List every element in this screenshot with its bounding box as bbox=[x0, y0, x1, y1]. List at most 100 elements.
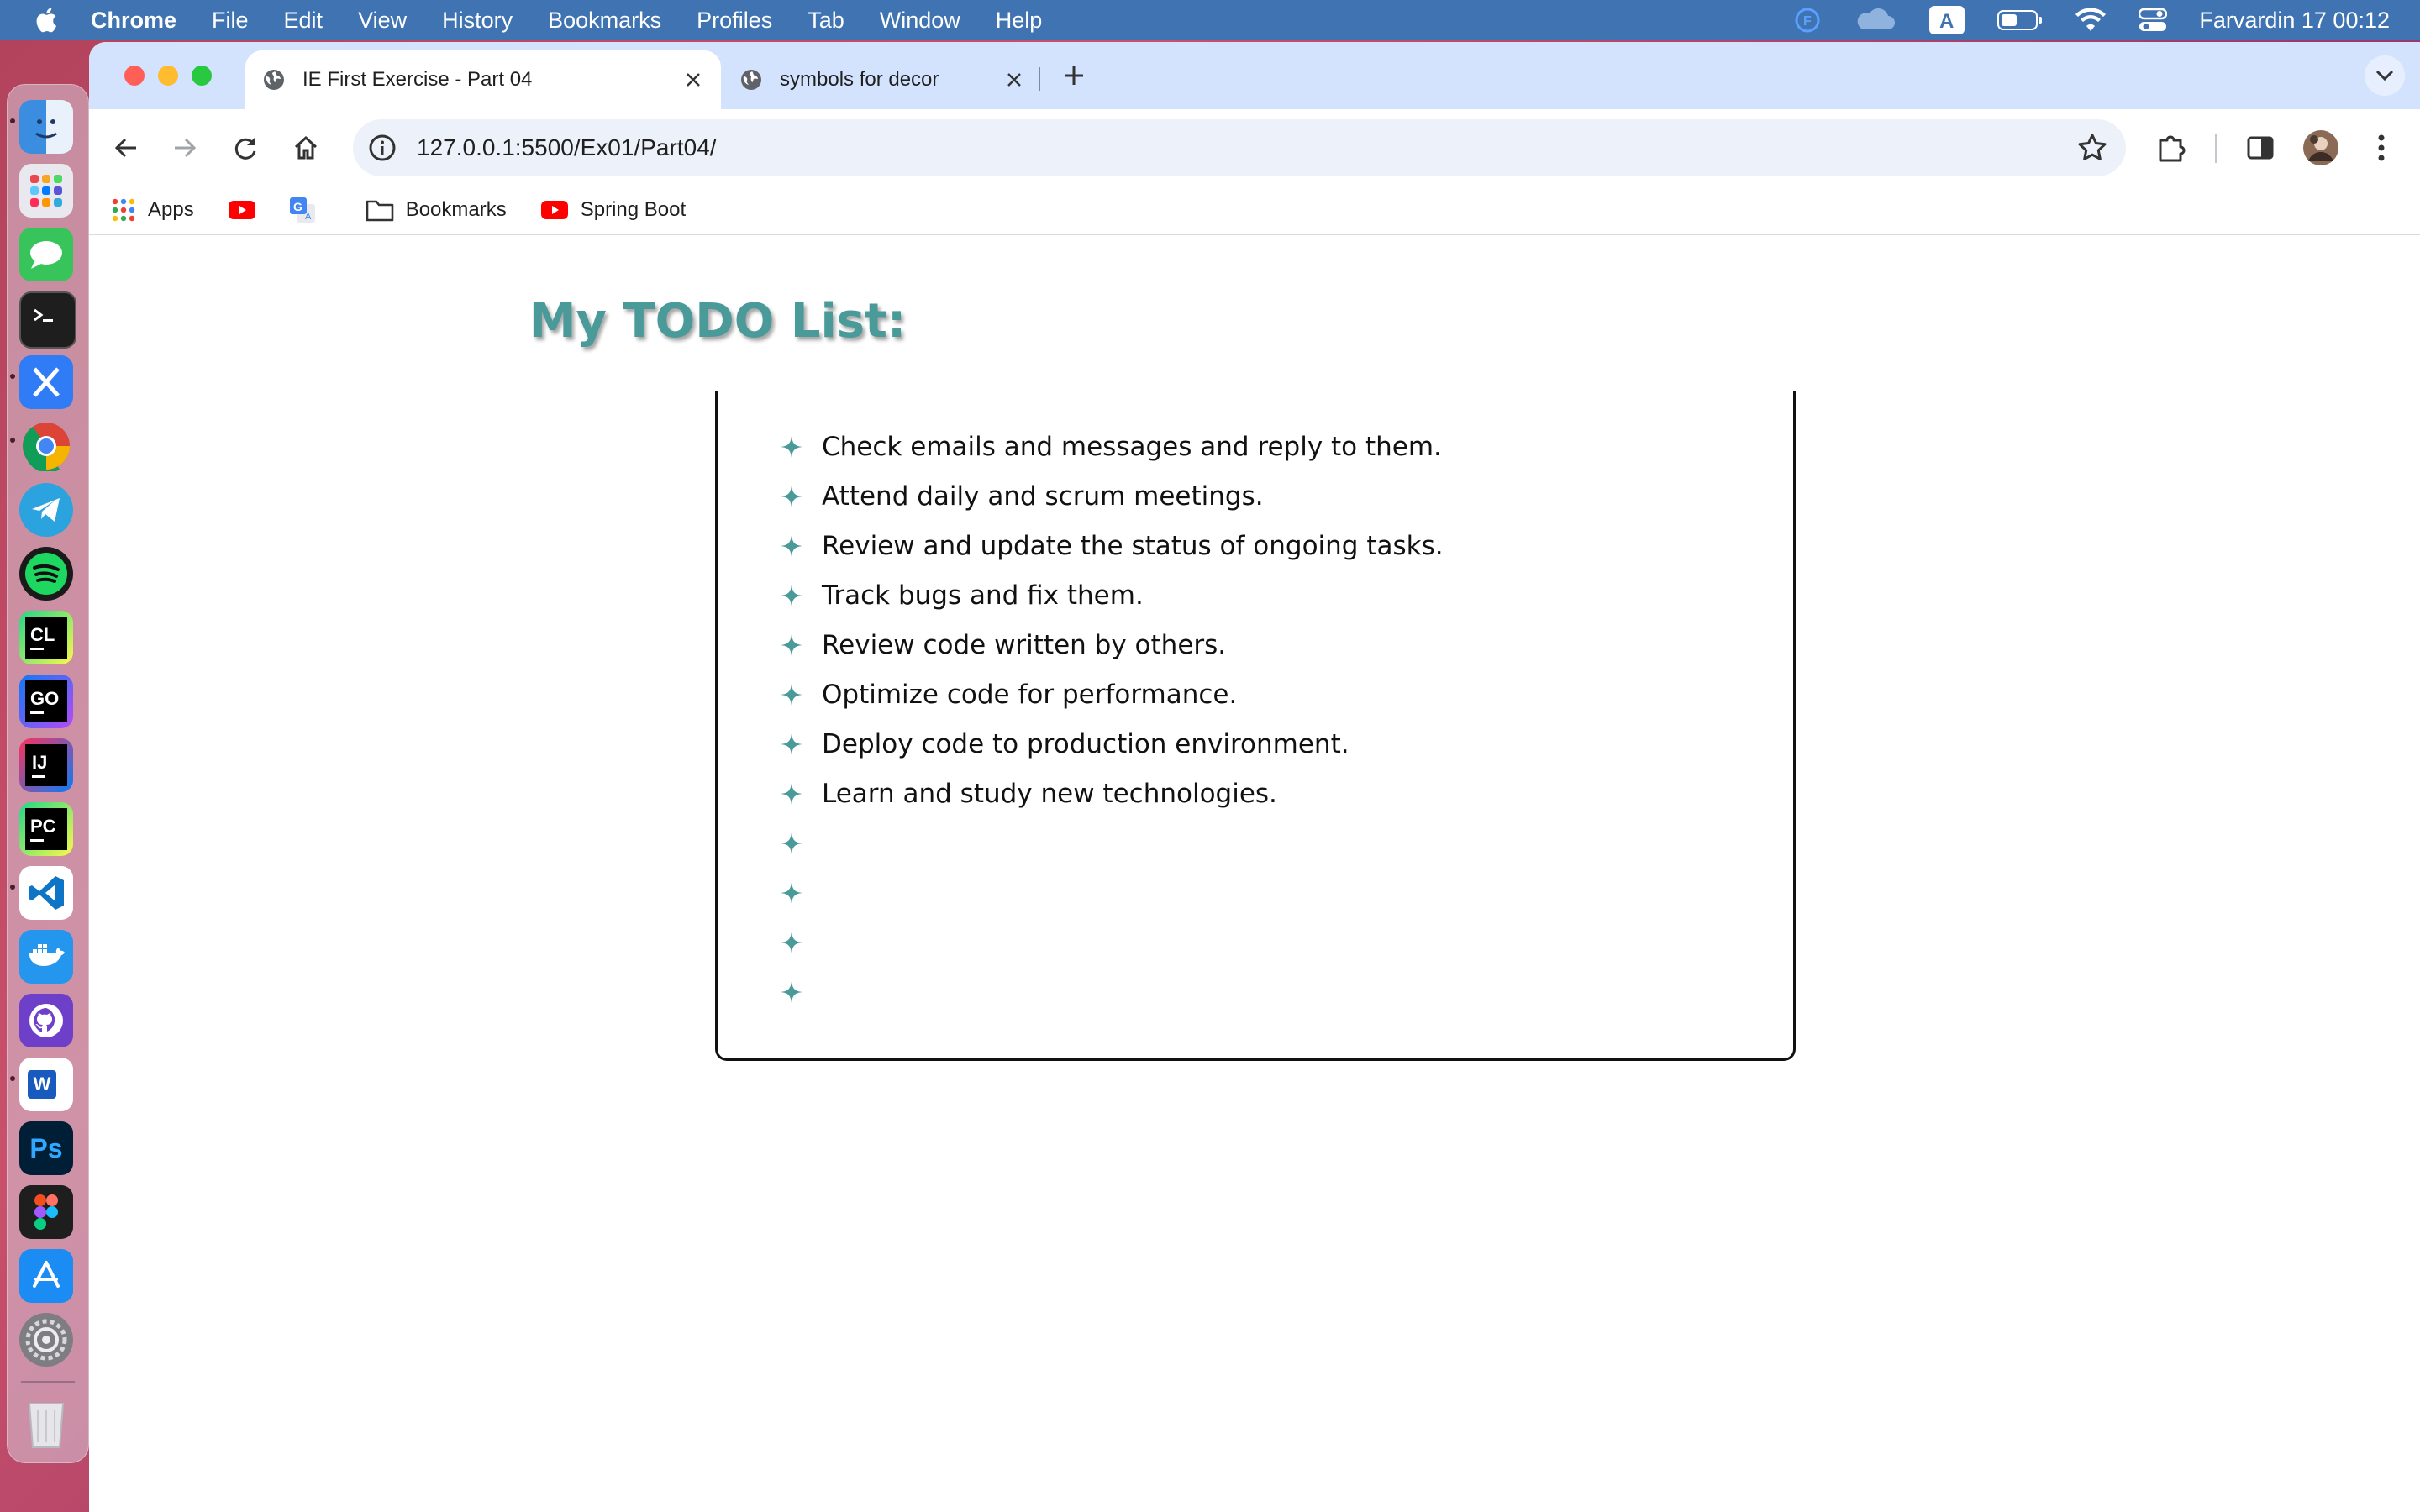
menu-history[interactable]: History bbox=[442, 8, 513, 34]
github-desktop-icon[interactable] bbox=[19, 994, 73, 1047]
menu-app-name[interactable]: Chrome bbox=[91, 8, 176, 34]
clion-icon[interactable]: CL bbox=[19, 611, 73, 664]
intellij-icon[interactable]: IJ bbox=[19, 738, 73, 792]
reload-icon bbox=[234, 138, 256, 160]
sparkle-bullet-icon bbox=[781, 633, 802, 656]
goland-icon[interactable]: GO bbox=[19, 675, 73, 728]
sparkle-bullet-icon bbox=[781, 435, 802, 458]
pycharm-icon[interactable]: PC bbox=[19, 802, 73, 856]
tab-title: IE First Exercise - Part 04 bbox=[302, 68, 533, 91]
menu-bookmarks[interactable]: Bookmarks bbox=[548, 8, 661, 34]
system-settings-icon[interactable] bbox=[19, 1313, 73, 1367]
word-label: W bbox=[28, 1070, 56, 1099]
apple-logo-icon[interactable] bbox=[34, 6, 62, 34]
side-panel-icon bbox=[2247, 136, 2274, 160]
home-button[interactable] bbox=[282, 124, 329, 171]
cloud-icon[interactable] bbox=[1853, 0, 1897, 40]
profile-button[interactable] bbox=[2297, 124, 2344, 171]
chevron-down-icon bbox=[2375, 70, 2394, 81]
tab-search-button[interactable] bbox=[2365, 55, 2405, 96]
terminal-icon[interactable] bbox=[19, 291, 76, 349]
svg-text:F: F bbox=[1803, 14, 1812, 29]
menu-bar-clock[interactable]: Farvardin 17 00:12 bbox=[2199, 8, 2390, 34]
dock-running-indicator bbox=[10, 1076, 15, 1081]
status-tray: F A Farvardin 17 00:12 bbox=[1794, 0, 2390, 40]
todo-item: Learn and study new technologies. bbox=[718, 769, 1444, 818]
fastlane-icon[interactable]: F bbox=[1794, 0, 1821, 40]
app-store-icon[interactable] bbox=[19, 1249, 73, 1303]
browser-window: IE First Exercise - Part 04 symbols for … bbox=[89, 42, 2420, 1512]
zoom-window-button[interactable] bbox=[192, 66, 212, 86]
url-text[interactable]: 127.0.0.1:5500/Ex01/Part04/ bbox=[417, 134, 717, 161]
wifi-icon[interactable] bbox=[2075, 0, 2107, 40]
todo-text: Optimize code for performance. bbox=[822, 679, 1238, 710]
bookmark-star-icon[interactable] bbox=[2077, 133, 2107, 163]
figma-icon[interactable] bbox=[19, 1185, 73, 1239]
pycharm-label: PC bbox=[25, 808, 67, 850]
address-bar[interactable]: 127.0.0.1:5500/Ex01/Part04/ bbox=[353, 119, 2126, 176]
menu-view[interactable]: View bbox=[358, 8, 407, 34]
reload-button[interactable] bbox=[222, 124, 269, 171]
extensions-button[interactable] bbox=[2148, 124, 2195, 171]
spotify-icon[interactable] bbox=[19, 547, 73, 601]
bookmark-google-translate[interactable]: GA bbox=[288, 196, 329, 224]
docker-icon[interactable] bbox=[19, 930, 73, 984]
telegram-icon[interactable] bbox=[19, 483, 73, 537]
bookmark-youtube[interactable] bbox=[228, 199, 268, 221]
chrome-icon[interactable] bbox=[19, 419, 73, 473]
close-window-button[interactable] bbox=[124, 66, 145, 86]
sparkle-bullet-icon bbox=[781, 485, 802, 507]
todo-text: Review and update the status of ongoing … bbox=[822, 530, 1444, 561]
menu-window[interactable]: Window bbox=[880, 8, 960, 34]
word-icon[interactable]: W bbox=[19, 1058, 73, 1111]
photoshop-icon[interactable]: Ps bbox=[19, 1121, 73, 1175]
todo-text: Check emails and messages and reply to t… bbox=[822, 431, 1442, 462]
control-center-icon[interactable] bbox=[2139, 0, 2168, 40]
chrome-menu-button[interactable] bbox=[2358, 124, 2405, 171]
trash-icon[interactable] bbox=[19, 1397, 73, 1451]
close-tab-icon[interactable] bbox=[681, 67, 706, 92]
launchpad-icon[interactable] bbox=[19, 164, 73, 218]
todo-item: Attend daily and scrum meetings. bbox=[718, 471, 1444, 521]
forward-button[interactable] bbox=[161, 124, 208, 171]
bookmark-label: Spring Boot bbox=[580, 198, 687, 221]
battery-icon[interactable] bbox=[1997, 0, 2043, 40]
todo-item-empty bbox=[718, 917, 1444, 967]
dock-running-indicator bbox=[10, 438, 15, 443]
site-info-icon[interactable] bbox=[368, 134, 397, 162]
more-vert-icon bbox=[2378, 134, 2385, 161]
dock-running-indicator bbox=[10, 374, 15, 379]
bookmark-label: Bookmarks bbox=[405, 198, 507, 221]
menu-file[interactable]: File bbox=[212, 8, 249, 34]
bookmark-spring-boot[interactable]: Spring Boot bbox=[540, 198, 686, 222]
back-button[interactable] bbox=[103, 124, 150, 171]
new-tab-button[interactable] bbox=[1055, 57, 1092, 94]
globe-icon bbox=[741, 70, 761, 90]
minimize-window-button[interactable] bbox=[158, 66, 178, 86]
todo-text: Review code written by others. bbox=[822, 629, 1227, 660]
bookmark-label: Apps bbox=[148, 198, 194, 221]
bookmark-folder[interactable]: Bookmarks bbox=[366, 198, 507, 222]
tab-strip: IE First Exercise - Part 04 symbols for … bbox=[89, 42, 2420, 109]
finder-icon[interactable] bbox=[19, 100, 73, 154]
avatar bbox=[2303, 130, 2338, 165]
messages-icon[interactable] bbox=[19, 228, 73, 281]
todo-text: Deploy code to production environment. bbox=[822, 728, 1349, 759]
menu-profiles[interactable]: Profiles bbox=[697, 8, 772, 34]
todo-list-container: Check emails and messages and reply to t… bbox=[715, 391, 1796, 1061]
menu-help[interactable]: Help bbox=[996, 8, 1043, 34]
side-panel-button[interactable] bbox=[2237, 124, 2284, 171]
sparkle-bullet-icon bbox=[781, 584, 802, 606]
dock-running-indicator bbox=[10, 885, 15, 890]
x-app-icon[interactable] bbox=[19, 355, 73, 409]
vscode-icon[interactable] bbox=[19, 866, 73, 920]
menu-tab[interactable]: Tab bbox=[808, 8, 844, 34]
input-source-icon[interactable]: A bbox=[1928, 0, 1965, 40]
menu-edit[interactable]: Edit bbox=[284, 8, 324, 34]
todo-text: Track bugs and fix them. bbox=[822, 580, 1144, 611]
tab-ie-first-exercise[interactable]: IE First Exercise - Part 04 bbox=[245, 50, 721, 109]
bookmark-apps[interactable]: Apps bbox=[111, 197, 194, 223]
close-tab-icon[interactable] bbox=[1002, 67, 1027, 92]
svg-text:A: A bbox=[305, 212, 312, 222]
folder-icon bbox=[366, 200, 394, 222]
